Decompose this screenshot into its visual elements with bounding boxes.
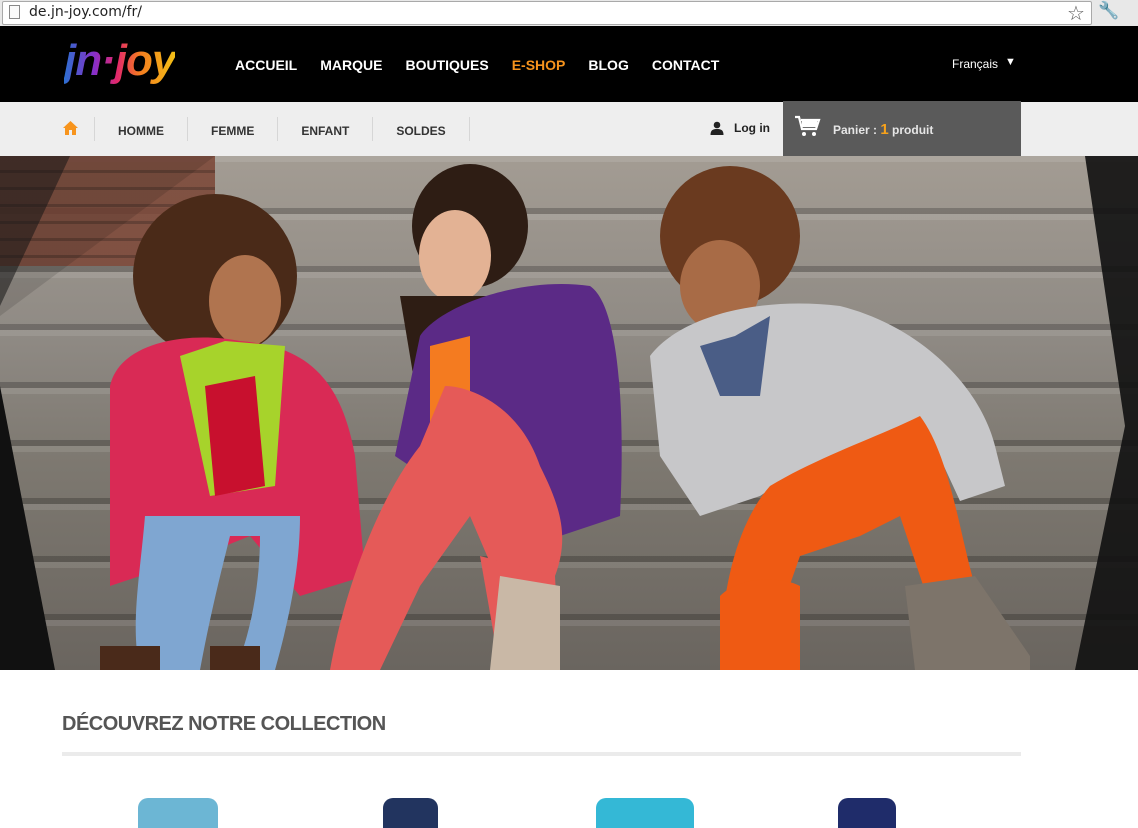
address-bar[interactable]: de.jn-joy.com/fr/ ☆	[2, 1, 1092, 25]
bookmark-star-icon[interactable]: ☆	[1067, 1, 1085, 26]
cart-button[interactable]: Panier : 1 produit	[783, 101, 1021, 156]
hero-slider[interactable]	[0, 156, 1138, 670]
home-icon[interactable]	[63, 121, 78, 135]
nav-item-blog[interactable]: BLOG	[588, 57, 628, 73]
caret-down-icon[interactable]: ▼	[1005, 56, 1016, 68]
login-label: Log in	[734, 121, 770, 135]
nav-item-boutiques[interactable]: BOUTIQUES	[405, 57, 488, 73]
product-thumb-2[interactable]	[383, 798, 438, 828]
category-nav: HOMME FEMME ENFANT SOLDES	[94, 117, 470, 141]
subnav-item-homme[interactable]: HOMME	[94, 117, 187, 141]
cart-count: 1	[880, 121, 889, 138]
product-thumb-4[interactable]	[838, 798, 896, 828]
page-icon	[9, 5, 20, 19]
main-nav: ACCUEIL MARQUE BOUTIQUES E-SHOP BLOG CON…	[235, 57, 742, 73]
nav-item-marque[interactable]: MARQUE	[320, 57, 382, 73]
collection-title: DÉCOUVREZ NOTRE COLLECTION	[62, 713, 386, 735]
language-select[interactable]: Français	[952, 57, 998, 71]
cart-label: Panier :	[833, 123, 878, 137]
cart-icon	[795, 115, 821, 136]
login-link[interactable]: Log in	[710, 121, 770, 135]
user-icon	[710, 121, 724, 135]
url-text[interactable]: de.jn-joy.com/fr/	[29, 4, 142, 20]
cart-summary: Panier : 1 produit	[833, 121, 933, 138]
subnav-item-femme[interactable]: FEMME	[187, 117, 277, 141]
browser-toolbar: de.jn-joy.com/fr/ ☆ 🔧	[0, 0, 1138, 26]
product-thumb-1[interactable]	[138, 798, 218, 828]
hero-photo	[0, 156, 1138, 670]
subnav-item-enfant[interactable]: ENFANT	[277, 117, 372, 141]
site-logo[interactable]: jn·joy	[64, 34, 176, 88]
cart-unit: produit	[892, 123, 934, 137]
subnav-item-soldes[interactable]: SOLDES	[372, 117, 470, 141]
nav-item-eshop[interactable]: E-SHOP	[512, 57, 566, 73]
collection-divider	[62, 752, 1021, 756]
wrench-icon[interactable]: 🔧	[1098, 1, 1119, 21]
nav-item-accueil[interactable]: ACCUEIL	[235, 57, 297, 73]
site-header: jn·joy ACCUEIL MARQUE BOUTIQUES E-SHOP B…	[0, 26, 1138, 102]
nav-item-contact[interactable]: CONTACT	[652, 57, 719, 73]
product-thumb-3[interactable]	[596, 798, 694, 828]
